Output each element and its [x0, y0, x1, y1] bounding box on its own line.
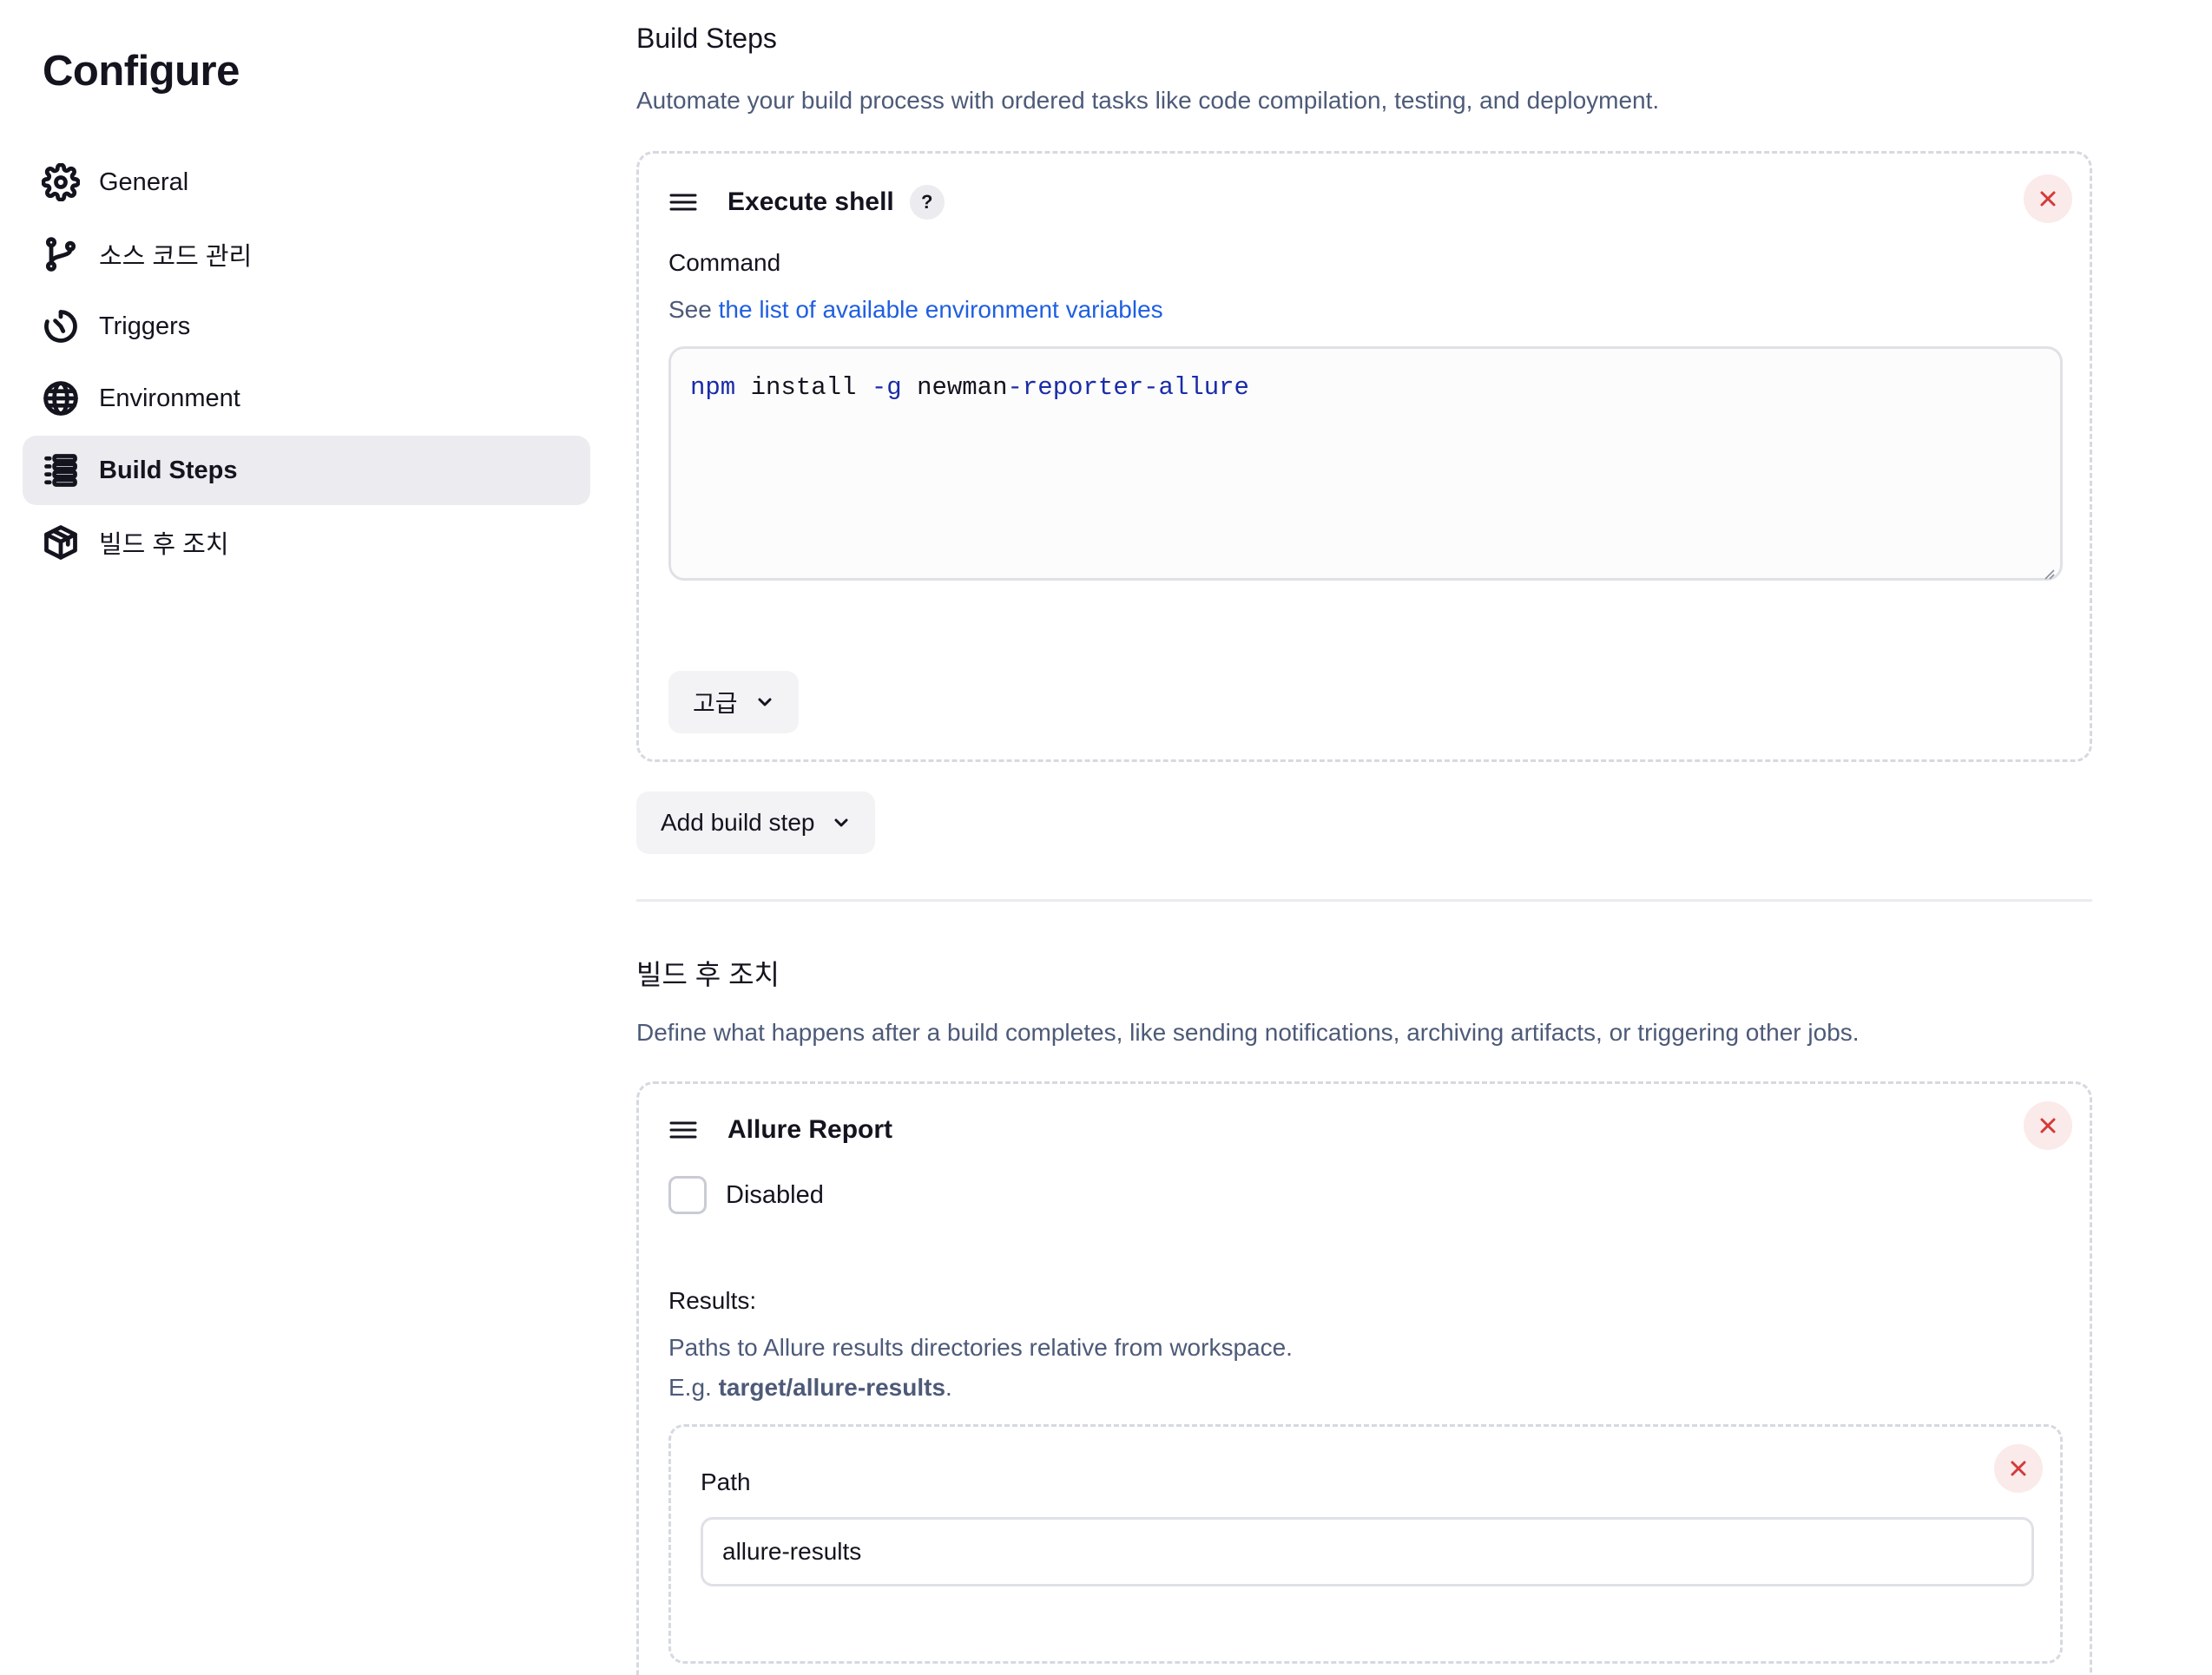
execute-shell-card: Execute shell ? Command See the list of …: [636, 151, 2092, 762]
advanced-button[interactable]: 고급: [668, 671, 799, 733]
command-token: -reporter-allure: [1007, 373, 1249, 402]
path-input[interactable]: [701, 1517, 2034, 1586]
allure-report-card: Allure Report Disabled Results: Paths to…: [636, 1081, 2092, 1675]
sidebar-item-build-steps[interactable]: Build Steps: [23, 436, 590, 505]
command-token: newman: [901, 373, 1008, 402]
close-icon: [2011, 1461, 2026, 1476]
results-label: Results:: [668, 1287, 757, 1314]
command-hint: See the list of available environment va…: [668, 296, 1163, 324]
chevron-down-icon: [758, 698, 772, 706]
command-token: -g: [871, 373, 902, 402]
remove-step-button[interactable]: [2024, 1101, 2072, 1150]
sidebar-item-label: Triggers: [99, 312, 191, 340]
close-icon: [2040, 191, 2056, 207]
command-token: install: [735, 373, 872, 402]
section-divider: [636, 899, 2092, 902]
path-entry-card: Path: [668, 1424, 2063, 1664]
build-steps-title: Build Steps: [636, 23, 777, 54]
remove-path-button[interactable]: [1994, 1444, 2043, 1493]
sidebar-item-triggers[interactable]: Triggers: [23, 292, 590, 361]
gear-icon: [42, 163, 80, 201]
drag-handle-icon[interactable]: [668, 187, 698, 217]
timer-icon: [42, 307, 80, 345]
sidebar-item-label: General: [99, 168, 189, 196]
results-hint: Paths to Allure results directories rela…: [668, 1334, 1293, 1361]
add-build-step-button[interactable]: Add build step: [636, 792, 876, 854]
help-button[interactable]: ?: [909, 185, 945, 220]
chevron-down-icon: [834, 818, 848, 827]
env-variables-link[interactable]: the list of available environment variab…: [719, 296, 1163, 323]
package-icon: [42, 523, 80, 562]
example-suffix: .: [945, 1374, 952, 1401]
post-build-title: 빌드 후 조치: [636, 959, 780, 990]
drag-handle-icon[interactable]: [668, 1115, 698, 1145]
hint-prefix: See: [668, 296, 719, 323]
page-title: Configure: [43, 48, 240, 95]
build-steps-description: Automate your build process with ordered…: [636, 87, 1660, 114]
step-title: Allure Report: [727, 1115, 893, 1144]
sidebar-nav: General 소스 코드 관리 Triggers Environment Bu…: [23, 148, 590, 580]
command-label: Command: [668, 249, 781, 276]
post-build-description: Define what happens after a build comple…: [636, 1019, 1860, 1046]
globe-icon: [42, 379, 80, 417]
sidebar-item-label: Environment: [99, 384, 240, 412]
sidebar-item-general[interactable]: General: [23, 148, 590, 217]
step-title: Execute shell: [727, 187, 894, 216]
disabled-label: Disabled: [726, 1180, 824, 1209]
disabled-checkbox[interactable]: [668, 1176, 707, 1214]
path-label: Path: [701, 1468, 751, 1495]
sidebar-item-label: 소스 코드 관리: [99, 243, 253, 271]
resize-handle-icon[interactable]: [2041, 559, 2055, 580]
remove-step-button[interactable]: [2024, 174, 2072, 223]
sidebar: Configure General 소스 코드 관리 Triggers Envi…: [0, 0, 608, 1675]
command-token: npm: [690, 373, 736, 402]
list-icon: [42, 451, 80, 489]
advanced-label: 고급: [693, 690, 738, 717]
example-prefix: E.g.: [668, 1374, 719, 1401]
card-header: Allure Report: [668, 1115, 892, 1145]
git-branch-icon: [42, 235, 80, 273]
close-icon: [2040, 1118, 2056, 1133]
add-build-step-label: Add build step: [661, 809, 815, 836]
results-example: E.g. target/allure-results.: [668, 1374, 952, 1402]
disabled-checkbox-row: Disabled: [668, 1176, 824, 1214]
example-value: target/allure-results: [718, 1374, 946, 1401]
sidebar-item-label: 빌드 후 조치: [99, 531, 229, 559]
sidebar-item-source-code[interactable]: 소스 코드 관리: [23, 220, 590, 289]
card-header: Execute shell ?: [668, 185, 945, 220]
sidebar-item-post-build[interactable]: 빌드 후 조치: [23, 508, 590, 577]
command-textarea[interactable]: npm install -g newman-reporter-allure: [668, 346, 2063, 581]
sidebar-item-label: Build Steps: [99, 456, 238, 484]
sidebar-item-environment[interactable]: Environment: [23, 364, 590, 433]
